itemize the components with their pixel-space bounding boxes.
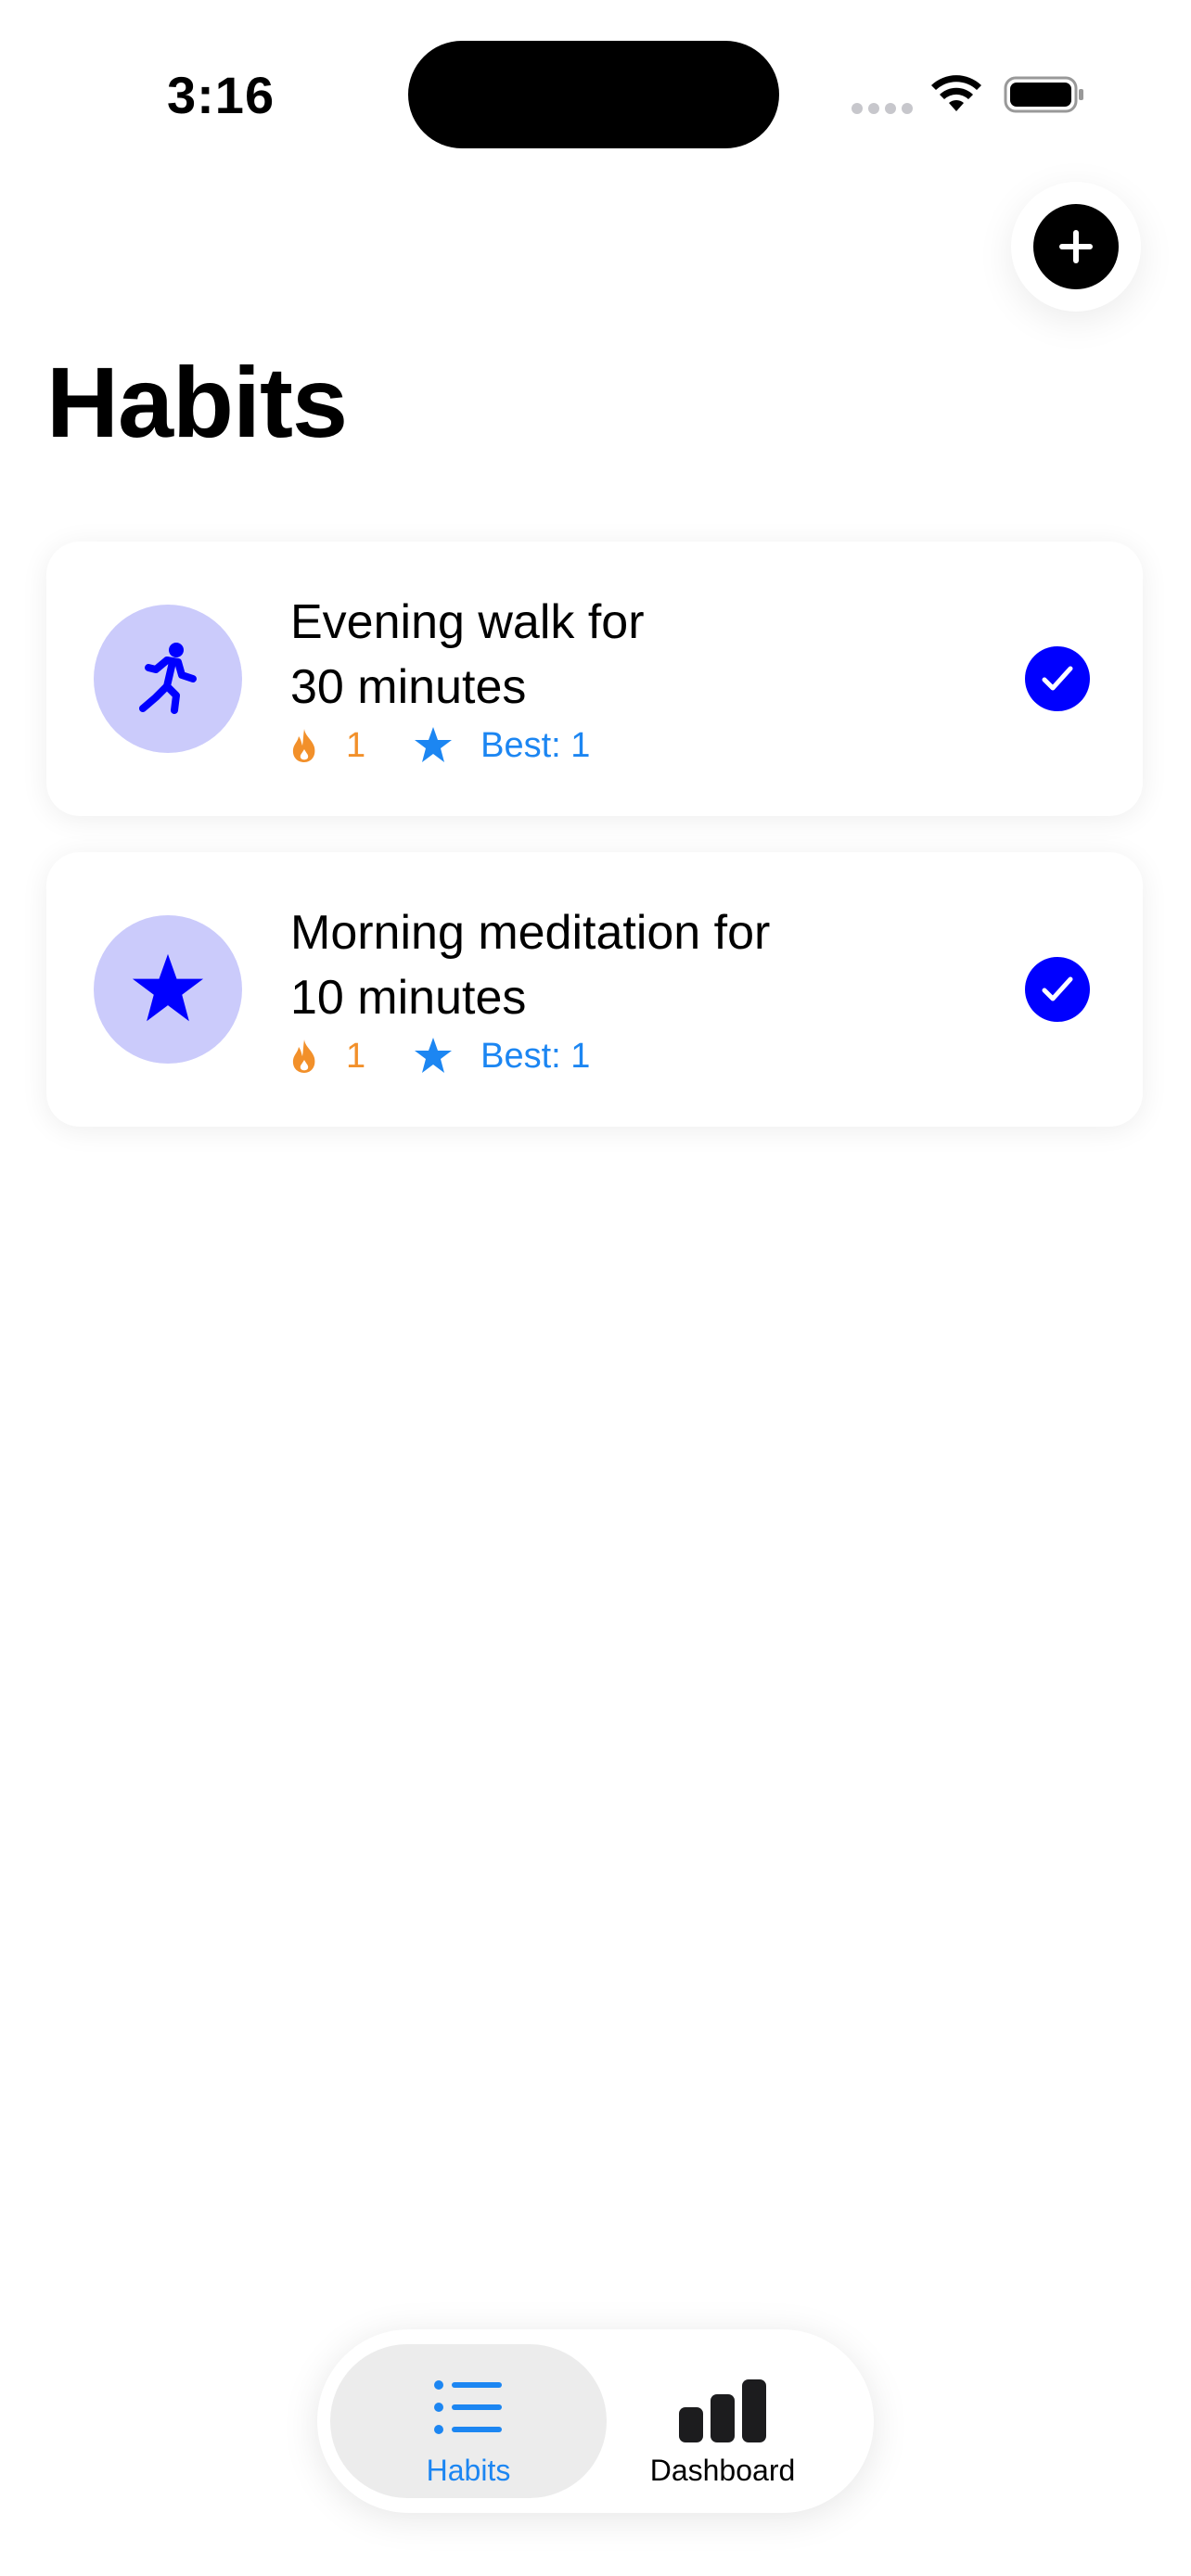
habit-title-line1: Evening walk for xyxy=(290,595,645,649)
complete-checkmark-button[interactable] xyxy=(1025,646,1090,711)
add-habit-button[interactable] xyxy=(1011,182,1141,312)
tab-dashboard-label: Dashboard xyxy=(649,2454,796,2487)
best-streak: Best: 1 xyxy=(480,725,591,765)
habit-title-line1: Morning meditation for xyxy=(290,906,771,960)
checkmark-icon xyxy=(1042,976,1073,1001)
habit-stats: 1 Best: 1 xyxy=(290,723,590,768)
cellular-signal-icon xyxy=(852,103,913,114)
star-icon xyxy=(94,915,242,1064)
best-streak: Best: 1 xyxy=(480,1036,591,1076)
tab-dashboard[interactable]: Dashboard xyxy=(584,2344,861,2498)
habit-title: Morning meditation for 10 minutes xyxy=(290,900,884,1030)
tab-habits[interactable]: Habits xyxy=(330,2344,607,2498)
bar-chart-icon xyxy=(679,2379,766,2442)
habit-title: Evening walk for 30 minutes xyxy=(290,590,884,720)
status-time: 3:16 xyxy=(167,66,275,124)
battery-icon xyxy=(1004,76,1083,113)
checkmark-icon xyxy=(1042,666,1073,691)
dynamic-island xyxy=(408,41,779,148)
habit-title-line2: 10 minutes xyxy=(290,971,527,1025)
habit-title-line2: 30 minutes xyxy=(290,660,527,714)
habit-card[interactable]: Morning meditation for 10 minutes 1 Best… xyxy=(46,852,1143,1127)
page-title: Habits xyxy=(46,346,348,458)
plus-icon xyxy=(1033,204,1119,289)
running-figure-icon xyxy=(94,605,242,753)
wifi-icon xyxy=(931,75,981,111)
tab-bar: Habits Dashboard xyxy=(317,2329,874,2513)
star-icon xyxy=(415,727,453,762)
star-icon xyxy=(415,1038,453,1073)
flame-icon xyxy=(292,729,315,762)
habit-stats: 1 Best: 1 xyxy=(290,1034,590,1078)
list-icon xyxy=(434,2380,502,2434)
streak-count: 1 xyxy=(346,725,366,765)
habit-card[interactable]: Evening walk for 30 minutes 1 Best: 1 xyxy=(46,542,1143,816)
tab-habits-label: Habits xyxy=(426,2454,511,2487)
streak-count: 1 xyxy=(346,1036,366,1076)
flame-icon xyxy=(292,1039,315,1073)
complete-checkmark-button[interactable] xyxy=(1025,957,1090,1022)
